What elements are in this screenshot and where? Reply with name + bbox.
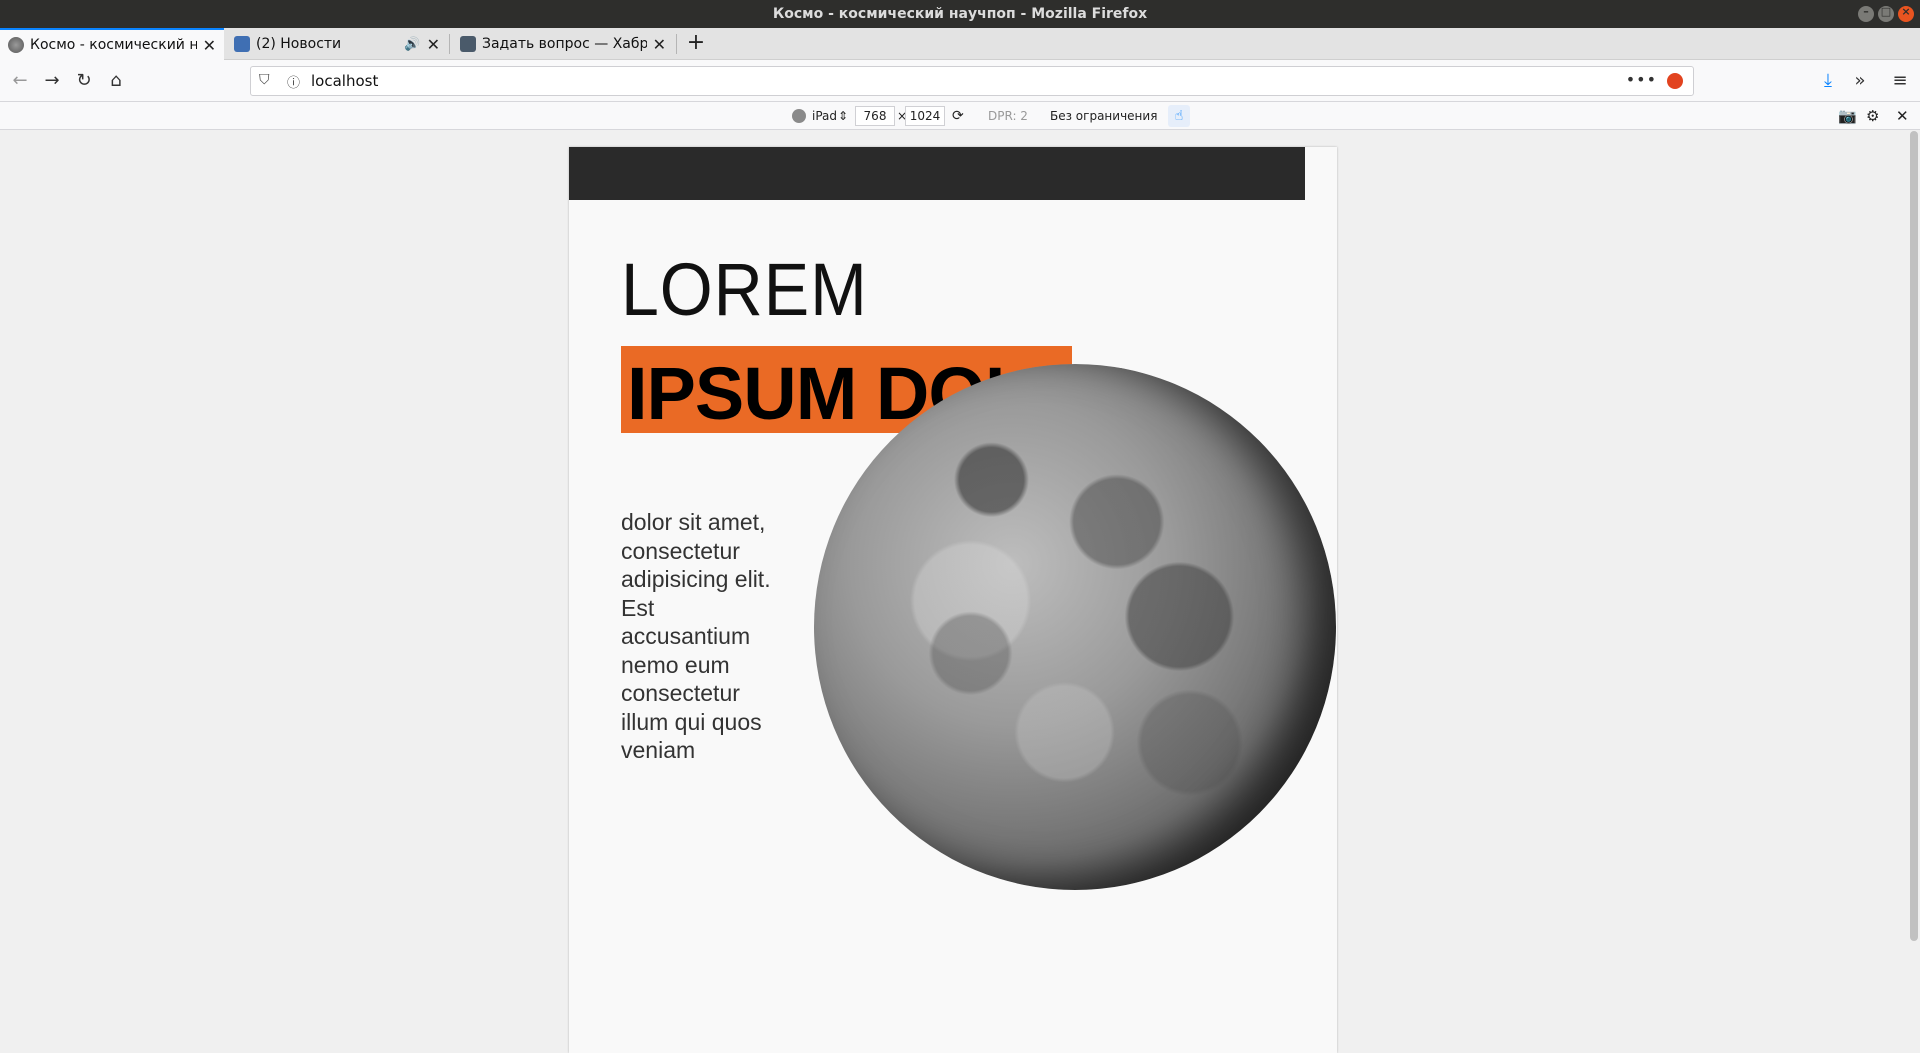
info-icon[interactable]: ⓘ: [287, 72, 300, 91]
minimize-button[interactable]: –: [1858, 5, 1874, 22]
ublock-icon[interactable]: [1667, 73, 1683, 89]
download-icon[interactable]: ⤓: [1816, 69, 1840, 93]
chevron-updown-icon: ⇕: [838, 109, 849, 123]
device-select[interactable]: iPad: [812, 107, 837, 125]
url-text[interactable]: localhost: [311, 72, 378, 90]
menu-icon[interactable]: ≡: [1888, 69, 1912, 93]
shield-icon[interactable]: ⛉: [259, 72, 270, 88]
close-rdm-icon[interactable]: ✕: [1896, 107, 1909, 125]
responsive-design-toolbar: iPad ⇕ 768 × 1024 ⟳ DPR: 2 Без ограничен…: [0, 102, 1920, 130]
settings-icon[interactable]: ⚙: [1866, 107, 1879, 125]
screenshot-icon[interactable]: 📷: [1838, 107, 1857, 125]
headline-light: LOREM: [621, 248, 868, 331]
moon-image: [814, 364, 1336, 890]
dpr-select[interactable]: DPR: 2: [988, 107, 1028, 125]
habr-icon: [460, 36, 476, 52]
close-icon[interactable]: ✕: [203, 36, 216, 55]
url-bar[interactable]: ⛉ ⓘ localhost •••: [250, 66, 1694, 96]
home-icon[interactable]: ⌂: [104, 69, 128, 93]
throttle-icon: [792, 109, 806, 123]
network-throttle-select[interactable]: Без ограничения: [1050, 107, 1157, 125]
window-title: Космо - космический научпоп - Mozilla Fi…: [772, 6, 1148, 22]
new-tab-button[interactable]: +: [680, 28, 712, 60]
touch-simulation-icon[interactable]: ☝: [1168, 105, 1190, 127]
tab-habr[interactable]: Задать вопрос — Хабр Q ✕: [452, 28, 674, 60]
globe-icon: [8, 37, 24, 53]
site-header: [569, 147, 1305, 200]
scrollbar[interactable]: [1906, 131, 1920, 1053]
back-icon[interactable]: ←: [8, 69, 32, 93]
tab-label: Космо - космический на: [30, 37, 197, 53]
navigation-toolbar: ← → ↻ ⌂ ⛉ ⓘ localhost ••• ⤓ » ≡: [0, 60, 1920, 102]
window-titlebar: Космо - космический научпоп - Mozilla Fi…: [0, 0, 1920, 28]
height-input[interactable]: 1024: [905, 106, 945, 126]
rotate-icon[interactable]: ⟳: [952, 107, 964, 125]
tab-label: Задать вопрос — Хабр Q: [482, 36, 647, 52]
tab-label: (2) Новости: [256, 36, 342, 52]
width-input[interactable]: 768: [855, 106, 895, 126]
body-text: dolor sit amet, consectetur adipisicing …: [621, 509, 771, 763]
reload-icon[interactable]: ↻: [72, 69, 96, 93]
page-actions-icon[interactable]: •••: [1626, 70, 1657, 89]
tab-kosmo[interactable]: Космо - космический на ✕: [0, 28, 224, 60]
close-window-button[interactable]: ×: [1898, 5, 1914, 22]
tab-news[interactable]: (2) Новости 🔊 ✕: [226, 28, 448, 60]
forward-icon[interactable]: →: [40, 69, 64, 93]
overflow-icon[interactable]: »: [1848, 69, 1872, 93]
tab-strip: Космо - космический на ✕ (2) Новости 🔊 ✕…: [0, 28, 1920, 60]
speaker-icon[interactable]: 🔊: [404, 37, 420, 52]
scrollbar-thumb[interactable]: [1910, 131, 1918, 941]
close-icon[interactable]: ✕: [427, 35, 440, 54]
device-viewport: LOREM IPSUM DOLOR dolor sit amet, consec…: [569, 147, 1337, 1053]
maximize-button[interactable]: □: [1878, 5, 1894, 22]
close-icon[interactable]: ✕: [653, 35, 666, 54]
play-icon: [234, 36, 250, 52]
